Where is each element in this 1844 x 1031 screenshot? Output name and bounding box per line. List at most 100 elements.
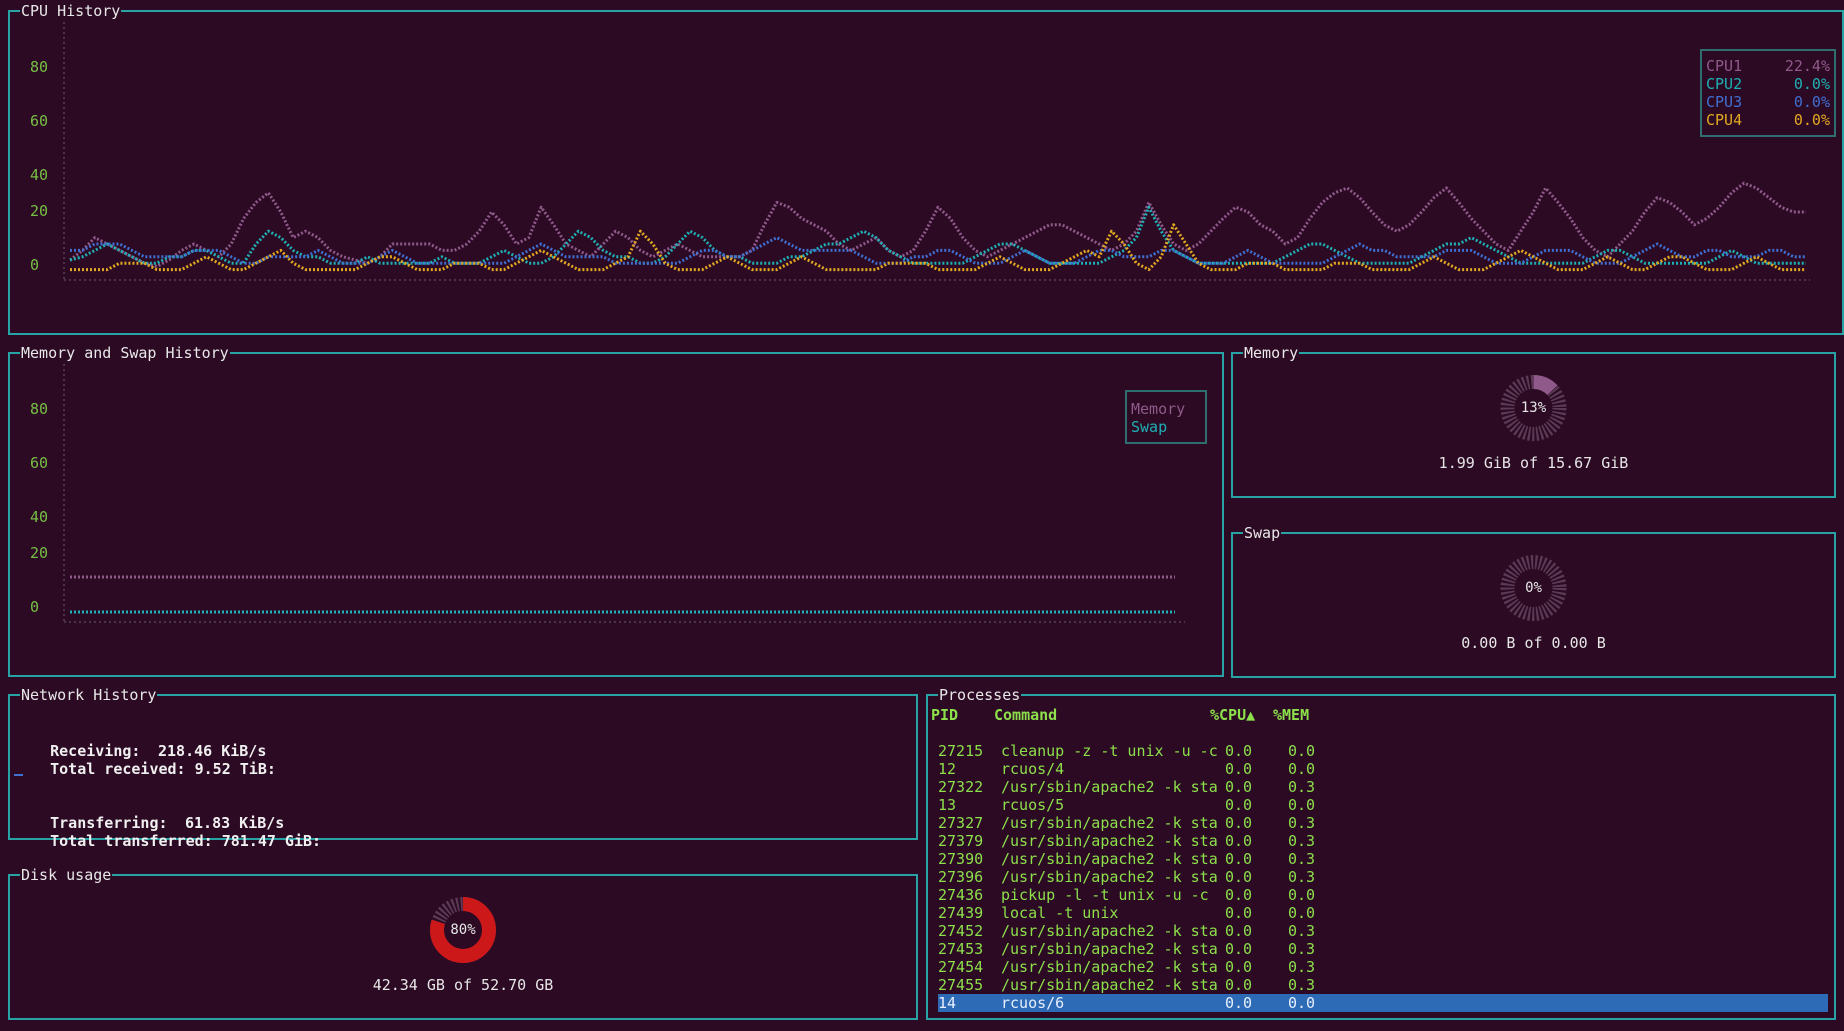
process-command: rcuos/4 [1001,760,1065,778]
column-header-command[interactable]: Command [994,706,1057,724]
process-pid: 27396 [938,868,984,886]
process-command: rcuos/6 [1001,994,1065,1012]
cpu-legend-value: 0.0% [1793,75,1830,93]
process-pid: 27379 [938,832,984,850]
process-cpu: 0.0 [1225,940,1253,958]
process-pid: 27327 [938,814,984,832]
processes-panel[interactable]: Processes PID Command %CPU▲ %MEM 27215 cl… [926,686,1836,1020]
process-command: local -t unix [1001,904,1119,922]
process-mem: 0.3 [1288,814,1316,832]
process-cpu: 0.0 [1225,796,1253,814]
total-received-row: Total received: 9.52 TiB: [14,742,276,796]
process-mem: 0.0 [1288,886,1316,904]
process-row[interactable]: 27396/usr/sbin/apache2 -k sta 0.0 0.3 [938,868,1828,886]
process-pid: 12 [938,760,957,778]
y-tick-label: 40 [30,508,48,526]
cpu-legend-item: CPU1 22.4% [1706,57,1830,75]
cpu-legend-label: CPU4 [1706,111,1743,129]
process-row[interactable]: 27327/usr/sbin/apache2 -k sta 0.0 0.3 [938,814,1828,832]
selected-process-row[interactable]: 14 rcuos/6 0.0 0.0 [938,994,1828,1012]
process-pid: 27453 [938,940,984,958]
memory-swap-history-panel: Memory and Swap History 80 60 40 20 0 Memory… [8,344,1224,677]
process-row[interactable]: 27379/usr/sbin/apache2 -k sta 0.0 0.3 [938,832,1828,850]
process-row[interactable]: 27215 cleanup -z -t unix -u -c 0.0 0.0 [938,742,1828,760]
cpu-legend-value: 22.4% [1784,57,1830,75]
swap-usage-text: 0.00 B of 0.00 B [1461,634,1606,652]
process-command: /usr/sbin/apache2 -k sta [1001,850,1218,868]
y-tick-label: 80 [30,58,48,76]
cpu-history-panel: CPU History 80 60 40 20 0 CPU1 22.4% CPU2 0.0% C… [8,2,1844,335]
process-cpu: 0.0 [1225,904,1253,922]
cpu2-series-line [69,205,1806,265]
column-header-cpu[interactable]: %CPU▲ [1210,706,1255,724]
process-cpu: 0.0 [1225,778,1253,796]
column-header-pid[interactable]: PID [931,706,958,724]
process-mem: 0.3 [1288,922,1316,940]
y-tick-label: 20 [30,544,48,562]
cpu-legend-label: CPU3 [1706,93,1743,111]
process-command: rcuos/5 [1001,796,1065,814]
processes-title: Processes [938,686,1022,704]
total-transferred-row: Total transferred: 781.47 GiB: [14,814,321,868]
process-mem: 0.3 [1288,976,1316,994]
process-mem: 0.0 [1288,796,1316,814]
network-history-panel: Network History Receiving: 218.46 KiB/s T… [8,686,918,850]
cpu-legend-item: CPU2 0.0% [1706,75,1830,93]
process-cpu: 0.0 [1225,994,1253,1012]
cpu-legend-item: CPU3 0.0% [1706,93,1830,111]
process-row[interactable]: 27390/usr/sbin/apache2 -k sta 0.0 0.3 [938,850,1828,868]
process-cpu: 0.0 [1225,958,1253,976]
process-pid: 27322 [938,778,984,796]
process-cpu: 0.0 [1225,850,1253,868]
process-command: /usr/sbin/apache2 -k sta [1001,778,1218,796]
disk-percent: 80% [450,922,476,938]
process-cpu: 0.0 [1225,976,1253,994]
process-mem: 0.3 [1288,868,1316,886]
y-tick-label: 0 [30,598,39,616]
process-row[interactable]: 27455/usr/sbin/apache2 -k sta 0.0 0.3 [938,976,1828,994]
process-row[interactable]: 27452/usr/sbin/apache2 -k sta 0.0 0.3 [938,922,1828,940]
process-pid: 27439 [938,904,984,922]
cpu-legend-label: CPU1 [1706,57,1743,75]
process-row[interactable]: 13 rcuos/5 0.0 0.0 [938,796,1828,814]
process-mem: 0.0 [1288,760,1316,778]
cpu-legend-value: 0.0% [1793,111,1830,129]
memory-swap-legend: Memory Swap [1125,390,1207,444]
process-row[interactable]: 27436 pickup -l -t unix -u -c 0.0 0.0 [938,886,1828,904]
process-pid: 27215 [938,742,984,760]
y-tick-label: 40 [30,166,48,184]
total-transferred-value: 781.47 GiB: [221,832,322,850]
process-row[interactable]: 27454/usr/sbin/apache2 -k sta 0.0 0.3 [938,958,1828,976]
process-pid: 27454 [938,958,984,976]
process-mem: 0.0 [1288,904,1316,922]
memory-panel: Memory 13% 1.99 GiB of 15.67 GiB [1231,344,1836,498]
network-history-title: Network History [20,686,158,704]
process-command: /usr/sbin/apache2 -k sta [1001,868,1218,886]
cpu-legend: CPU1 22.4% CPU2 0.0% CPU3 0.0% CPU4 0.0% [1700,49,1836,137]
cpu1-series-line [69,181,1806,268]
cpu-legend-item: CPU4 0.0% [1706,111,1830,129]
process-row[interactable]: 27453/usr/sbin/apache2 -k sta 0.0 0.3 [938,940,1828,958]
process-cpu: 0.0 [1225,742,1253,760]
process-row[interactable]: 12 rcuos/4 0.0 0.0 [938,760,1828,778]
process-mem: 0.0 [1288,742,1316,760]
process-mem: 0.3 [1288,850,1316,868]
y-tick-label: 60 [30,112,48,130]
process-pid: 27390 [938,850,984,868]
process-cpu: 0.0 [1225,832,1253,850]
total-received-label: Total received: [50,760,186,778]
process-cpu: 0.0 [1225,886,1253,904]
column-header-mem[interactable]: %MEM [1273,706,1309,724]
process-pid: 27455 [938,976,984,994]
y-tick-label: 60 [30,454,48,472]
memory-percent: 13% [1520,400,1547,416]
process-row[interactable]: 27322/usr/sbin/apache2 -k sta 0.0 0.3 [938,778,1828,796]
process-command: /usr/sbin/apache2 -k sta [1001,958,1218,976]
cpu-legend-label: CPU2 [1706,75,1743,93]
y-tick-label: 0 [30,256,39,274]
process-mem: 0.3 [1288,832,1316,850]
process-command: /usr/sbin/apache2 -k sta [1001,832,1218,850]
swap-gauge [1500,555,1567,621]
process-mem: 0.3 [1288,940,1316,958]
process-row[interactable]: 27439 local -t unix 0.0 0.0 [938,904,1828,922]
